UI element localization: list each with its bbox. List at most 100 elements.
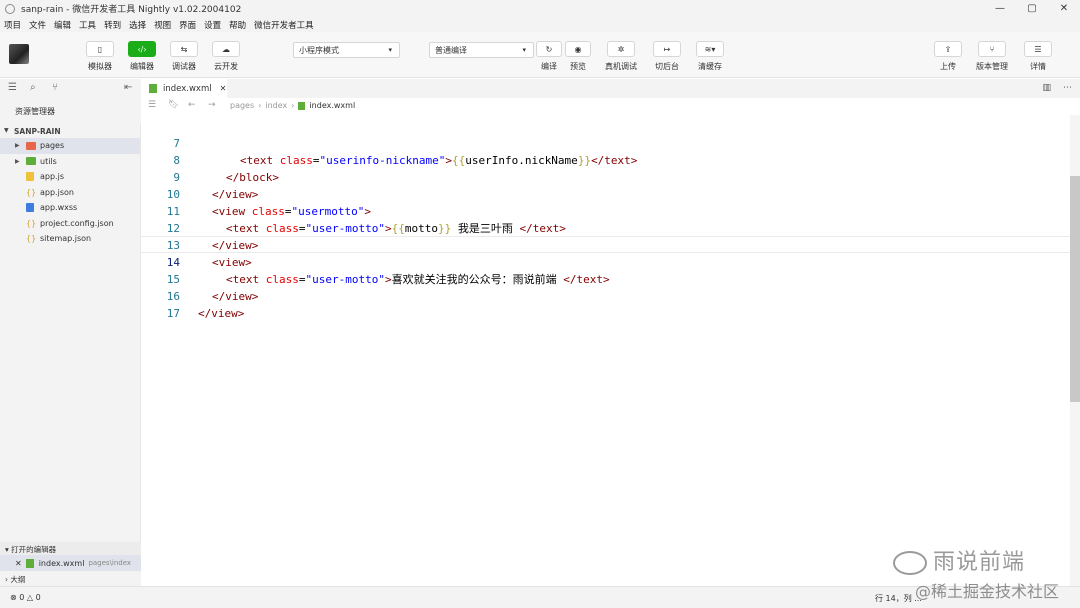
tab-index-wxml[interactable]: index.wxml ✕ — [141, 79, 227, 98]
maximize-button[interactable]: ▢ — [1016, 0, 1048, 17]
chevron-right-icon: › — [5, 575, 8, 584]
background-button[interactable]: ↦ 切后台 — [653, 41, 681, 72]
menu-lines-icon: ☰ — [1024, 41, 1052, 57]
forward-arrow-icon[interactable]: → — [208, 100, 216, 110]
editor-button[interactable]: ‹/› 编辑器 — [128, 41, 156, 72]
breadcrumb-item[interactable]: index.wxml — [309, 101, 355, 110]
sidebar-activity-bar: ☰ ⌕ ⑂ ⇤ — [0, 79, 141, 98]
more-actions-icon[interactable]: ⋯ — [1063, 83, 1072, 93]
menu-select[interactable]: 选择 — [129, 19, 146, 31]
breadcrumb-bar: ☰ 🔖︎ ← → pages › index › index.wxml — [141, 98, 1080, 115]
chevron-down-icon: ▾ — [5, 545, 9, 554]
debugger-button[interactable]: ⇆ 调试器 — [170, 41, 198, 72]
real-device-debug-button[interactable]: ✲ 真机调试 — [605, 41, 637, 72]
back-arrow-icon[interactable]: ← — [188, 100, 196, 110]
explorer-title: 资源管理器 — [0, 98, 141, 124]
code-editor[interactable]: 7 <text class="userinfo-nickname">{{user… — [141, 115, 1070, 586]
json-file-icon: {} — [26, 234, 37, 244]
open-editor-item[interactable]: ✕ index.wxml pages\index — [0, 555, 141, 571]
code-line: 11 <text class="user-motto">{{motto}} 我是… — [166, 205, 566, 235]
search-icon[interactable]: ⌕ — [30, 82, 36, 93]
tree-item-app-js[interactable]: app.js — [0, 169, 140, 185]
split-editor-icon[interactable]: ▥ — [1042, 83, 1051, 93]
tree-item-sitemap[interactable]: {} sitemap.json — [0, 231, 140, 247]
wechat-icon — [893, 551, 927, 575]
branch-icon: ⑂ — [978, 41, 1006, 57]
menu-tools[interactable]: 工具 — [79, 19, 96, 31]
outline-header[interactable]: › 大纲 — [0, 571, 141, 586]
wxss-file-icon — [26, 203, 34, 213]
code-line: 9 </view> — [173, 171, 259, 201]
wxml-file-icon — [298, 101, 306, 110]
chevron-down-icon: ▼ — [4, 127, 9, 134]
menu-help[interactable]: 帮助 — [229, 19, 246, 31]
tree-item-app-json[interactable]: {} app.json — [0, 185, 140, 201]
menu-view[interactable]: 视图 — [154, 19, 171, 31]
problems-indicator[interactable]: ⊗ 0 △ 0 — [10, 593, 41, 602]
tree-item-project-config[interactable]: {} project.config.json — [0, 216, 140, 232]
menu-interface[interactable]: 界面 — [179, 19, 196, 31]
chevron-right-icon: › — [258, 101, 262, 110]
menu-bar: 项目 文件 编辑 工具 转到 选择 视图 界面 设置 帮助 微信开发者工具 — [0, 17, 1080, 32]
breadcrumb-item[interactable]: pages — [230, 101, 254, 110]
close-icon[interactable]: ✕ — [15, 559, 22, 568]
menu-goto[interactable]: 转到 — [104, 19, 121, 31]
caret-down-icon: ▾ — [388, 46, 392, 54]
menu-file[interactable]: 文件 — [29, 19, 46, 31]
chevron-right-icon: ▶ — [15, 157, 20, 165]
menu-project[interactable]: 项目 — [4, 19, 21, 31]
details-button[interactable]: ☰ 详情 — [1024, 41, 1052, 72]
bug-icon: ✲ — [607, 41, 635, 57]
title-bar: sanp-rain - 微信开发者工具 Nightly v1.02.200410… — [0, 0, 1080, 17]
open-editors-header[interactable]: ▾ 打开的编辑器 — [0, 542, 141, 555]
mode-select[interactable]: 小程序模式 ▾ — [293, 42, 400, 58]
menu-edit[interactable]: 编辑 — [54, 19, 71, 31]
avatar[interactable] — [9, 44, 29, 64]
upload-icon: ⇪ — [934, 41, 962, 57]
close-tab-icon[interactable]: ✕ — [220, 84, 227, 93]
file-explorer: ▼ SANP-RAIN ▶ pages ▶ utils app.js {} ap… — [0, 124, 141, 542]
explorer-icon[interactable]: ☰ — [8, 82, 17, 93]
upload-button[interactable]: ⇪ 上传 — [934, 41, 962, 72]
tree-item-pages[interactable]: ▶ pages — [0, 138, 140, 154]
watermark-community: @稀土掘金技术社区 — [915, 582, 1060, 601]
refresh-icon: ↻ — [536, 41, 562, 57]
collapse-panel-icon[interactable]: ⇤ — [124, 82, 132, 93]
menu-wechat-devtools[interactable]: 微信开发者工具 — [254, 19, 314, 31]
source-control-icon[interactable]: ⑂ — [52, 82, 58, 93]
tree-item-utils[interactable]: ▶ utils — [0, 154, 140, 170]
json-file-icon: {} — [26, 218, 37, 228]
editor-tab-bar: index.wxml ✕ ▥ ⋯ — [141, 79, 1080, 98]
toolbar: ▯ 模拟器 ‹/› 编辑器 ⇆ 调试器 ☁ 云开发 小程序模式 ▾ 普通编译 ▾… — [0, 32, 1080, 78]
clear-cache-button[interactable]: ≋▾ 清缓存 — [696, 41, 724, 72]
bookmark-icon[interactable]: 🔖︎ — [168, 100, 179, 110]
version-management-button[interactable]: ⑂ 版本管理 — [976, 41, 1008, 72]
compile-button[interactable]: ↻ 编译 — [536, 41, 562, 72]
tree-item-app-wxss[interactable]: app.wxss — [0, 200, 140, 216]
caret-down-icon: ▾ — [522, 46, 526, 54]
folder-icon — [26, 141, 36, 150]
code-line: 10 <view class="usermotto"> — [166, 188, 371, 218]
project-root[interactable]: ▼ SANP-RAIN — [0, 124, 140, 138]
folder-icon — [26, 157, 36, 166]
code-line: 12 </view> — [166, 222, 259, 252]
minimize-button[interactable]: — — [984, 0, 1016, 17]
close-window-button[interactable]: ✕ — [1048, 0, 1080, 17]
list-icon[interactable]: ☰ — [148, 100, 156, 110]
breadcrumb-item[interactable]: index — [265, 101, 287, 110]
simulator-button[interactable]: ▯ 模拟器 — [86, 41, 114, 72]
chevron-right-icon: › — [291, 101, 295, 110]
code-line: 8 </block> — [173, 154, 279, 184]
app-logo-icon — [5, 3, 15, 14]
code-line-current: 14 <text class="user-motto">喜欢就关注我的公众号：雨… — [141, 236, 1070, 286]
preview-button[interactable]: ◉ 预览 — [565, 41, 591, 72]
menu-settings[interactable]: 设置 — [204, 19, 221, 31]
compile-mode-select[interactable]: 普通编译 ▾ — [429, 42, 534, 58]
debug-arrows-icon: ⇆ — [170, 41, 198, 57]
wxml-file-icon — [25, 558, 34, 568]
eye-icon: ◉ — [565, 41, 591, 57]
editor-scrollbar-thumb[interactable] — [1070, 176, 1080, 402]
cloud-button[interactable]: ☁ 云开发 — [212, 41, 240, 72]
cloud-icon: ☁ — [212, 41, 240, 57]
wxml-file-icon — [149, 84, 157, 93]
